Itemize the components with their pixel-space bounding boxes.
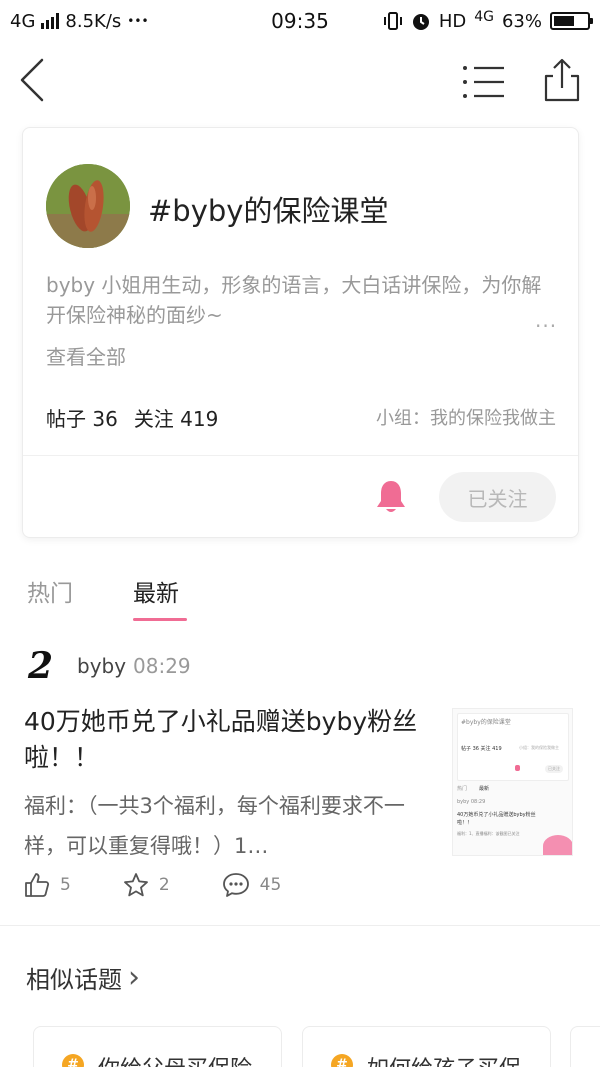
top-navigation — [0, 42, 600, 118]
menu-list-icon[interactable] — [462, 64, 506, 100]
view-all-link[interactable]: 查看全部 — [46, 341, 126, 370]
post-item[interactable]: 2 byby 08:29 40万她币兑了小礼品赠送byby粉丝啦！！ 福利：（一… — [0, 640, 600, 925]
post-thumbnail[interactable]: #byby的保险课堂 帖子 36 关注 419 小组：我的保险我做主 已关注 热… — [452, 708, 573, 856]
network-type: 4G — [10, 10, 36, 32]
topic-stats: 帖子 36 关注 419 — [46, 403, 218, 432]
hash-badge-icon: # — [331, 1054, 353, 1067]
thumb-author: byby 08:29 — [457, 799, 486, 805]
more-status-dots: ••• — [127, 14, 149, 28]
topic-description: byby 小姐用生动，形象的语言，大白话讲保险，为你解开保险神秘的面纱~ — [46, 273, 542, 327]
thumb-group: 小组：我的保险我做主 — [519, 745, 559, 750]
similar-topic-card[interactable]: # 如何给孩子买保 — [302, 1026, 551, 1067]
post-time: 08:29 — [133, 654, 191, 678]
author-avatar[interactable]: 2 — [28, 646, 58, 686]
status-right: HD 4G 63% — [383, 9, 593, 32]
network-type-right: 4G — [474, 9, 494, 25]
post-excerpt: 福利：（一共3个福利，每个福利要求不一样，可以重复得哦！）1… — [24, 794, 405, 858]
back-icon[interactable] — [18, 58, 48, 102]
similar-topics-heading[interactable]: 相似话题 › — [26, 960, 140, 995]
thumb-tab-hot: 热门 — [457, 786, 468, 792]
favorite-count: 2 — [158, 875, 170, 895]
thumbs-up-icon — [25, 873, 50, 897]
status-bar: 4G 8.5K/s ••• 09:35 HD 4G 63% — [0, 0, 600, 42]
tab-hot[interactable]: 热门 — [27, 574, 73, 608]
battery-percent: 63% — [501, 10, 542, 32]
hash-badge-icon: # — [62, 1054, 84, 1067]
thumb-post-title: 40万她币兑了小礼品赠送byby粉丝啦！！ — [457, 812, 536, 826]
comment-icon — [222, 873, 249, 897]
author-avatar-glyph: 2 — [28, 645, 54, 687]
topic-avatar — [46, 164, 130, 248]
comment-button[interactable]: 45 — [222, 872, 282, 898]
thumb-follow: 已关注 — [545, 765, 563, 773]
thumb-tab-new: 最新 — [479, 786, 490, 792]
thumb-stats: 帖子 36 关注 419 — [461, 746, 502, 752]
post-author[interactable]: byby — [77, 654, 126, 678]
similar-topic-label: 如何给孩子买保 — [367, 1051, 521, 1067]
comment-count: 45 — [259, 875, 282, 895]
similar-topic-card[interactable] — [570, 1026, 600, 1067]
battery-icon — [550, 12, 593, 30]
topic-title: #byby的保险课堂 — [148, 194, 389, 228]
chevron-right-icon: › — [128, 959, 140, 995]
hd-label: HD — [438, 10, 467, 32]
followed-button[interactable]: 已关注 — [439, 472, 556, 522]
card-divider — [23, 455, 578, 456]
signal-icon — [41, 13, 60, 29]
posts-count: 帖子 36 — [46, 407, 118, 431]
more-options-icon[interactable]: ··· — [535, 314, 557, 338]
thumb-post-excerpt: 福利：1、直播福利：该截图已关注 — [457, 831, 520, 836]
like-count: 5 — [60, 875, 71, 895]
favorite-button[interactable]: 2 — [123, 872, 170, 898]
network-speed: 8.5K/s — [65, 10, 122, 32]
section-divider — [0, 925, 600, 926]
tab-bar: 热门 最新 — [0, 568, 600, 624]
similar-topics-label: 相似话题 — [26, 966, 122, 994]
bell-icon[interactable] — [375, 479, 407, 515]
share-icon[interactable] — [544, 58, 580, 102]
active-tab-indicator — [133, 618, 187, 621]
like-button[interactable]: 5 — [24, 872, 71, 898]
status-left: 4G 8.5K/s ••• — [10, 11, 149, 32]
thumb-title: #byby的保险课堂 — [461, 719, 511, 726]
followers-count: 关注 419 — [133, 407, 219, 431]
topic-card: #byby的保险课堂 byby 小姐用生动，形象的语言，大白话讲保险，为你解开保… — [22, 127, 579, 538]
similar-topic-card[interactable]: # 你给父母买保险 — [33, 1026, 282, 1067]
group-link[interactable]: 小组：我的保险我做主 — [376, 404, 556, 430]
alarm-icon — [412, 14, 429, 30]
similar-topic-label: 你给父母买保险 — [98, 1051, 252, 1067]
tab-latest[interactable]: 最新 — [133, 574, 179, 608]
star-icon — [123, 873, 148, 897]
post-title[interactable]: 40万她币兑了小礼品赠送byby粉丝啦！！ — [24, 704, 429, 776]
post-actions: 5 2 45 — [24, 872, 333, 898]
vibrate-icon — [383, 12, 402, 30]
